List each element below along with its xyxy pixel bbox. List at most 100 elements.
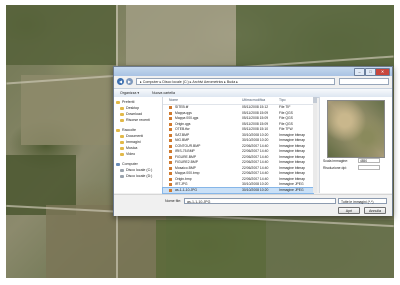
file-icon	[169, 183, 172, 186]
open-file-dialog: – □ ✕ ◀ ▶ ▸ Computer ▸ Disco locale (C:)…	[113, 66, 393, 216]
town-area	[126, 5, 236, 65]
file-row[interactable]: SAT.BMP 30/10/2008 10:20 Immagine bitmap	[163, 133, 313, 138]
file-type: Immagine bitmap	[279, 154, 306, 159]
file-type: Immagine bitmap	[279, 176, 306, 181]
file-type: Immagine JPEG	[279, 187, 304, 192]
file-icon	[169, 172, 172, 175]
file-type: File TIF	[279, 105, 291, 109]
cancel-button[interactable]: Annulla	[364, 207, 386, 214]
address-path[interactable]: ▸ Computer ▸ Disco locale (C:) ▸ Archivi…	[136, 78, 335, 85]
file-date: 30/10/2008 10:20	[242, 182, 269, 186]
drive-icon	[120, 174, 124, 178]
folder-icon	[120, 134, 124, 138]
file-name: IRT.JPG	[175, 182, 188, 186]
file-icon	[169, 139, 172, 142]
nav-item[interactable]: Video	[120, 151, 135, 157]
file-name: FIGURE2.BMP	[175, 160, 198, 164]
filename-input[interactable]: as-1-1-10.JPG	[184, 198, 336, 204]
folder-icon	[120, 118, 124, 122]
file-date: 22/06/2007 14:40	[242, 160, 269, 164]
file-row[interactable]: Mappa 000.qgs 05/11/2008 15:09 File QGS	[163, 116, 313, 121]
dialog-footer: Nome file: as-1-1-10.JPG Tutte le immagi…	[114, 194, 392, 216]
file-type: Immagine bitmap	[279, 149, 306, 153]
file-icon	[169, 150, 172, 153]
close-button[interactable]: ✕	[375, 68, 390, 76]
file-row[interactable]: FIGURE2.BMP 22/06/2007 14:40 Immagine bitm…	[163, 160, 313, 165]
file-icon	[169, 133, 172, 137]
file-icon	[169, 111, 172, 115]
filetype-select[interactable]: Tutte le immagini (*.*)	[338, 198, 387, 204]
organize-menu[interactable]: Organizza ▾	[120, 89, 139, 97]
file-row[interactable]: Origin.qgs 05/11/2008 15:09 File QGS	[163, 122, 313, 127]
file-row[interactable]: CONTOUR.BMP 22/06/2007 14:40 Immagine bitm…	[163, 144, 313, 149]
file-date: 05/11/2008 15:10	[242, 127, 269, 131]
folder-icon	[120, 106, 124, 110]
vertical-scrollbar[interactable]	[313, 97, 317, 193]
field-patch	[156, 220, 266, 278]
nav-item-label: Download	[126, 112, 142, 116]
nav-item[interactable]: Disco locale (D:)	[120, 173, 152, 179]
file-row[interactable]: Mappa.qgs 05/11/2008 15:09 File QGS	[163, 111, 313, 116]
file-list-header: Nome Ultima modifica Tipo	[163, 97, 313, 105]
file-name: Mosaico.BMP	[175, 165, 196, 170]
folder-icon	[120, 112, 124, 116]
nav-item-label: Documenti	[126, 134, 144, 138]
file-icon	[169, 188, 172, 192]
file-type: Immagine JPEG	[279, 182, 304, 186]
field-patch	[266, 220, 394, 278]
field-patch	[21, 75, 111, 145]
file-list: Nome Ultima modifica Tipo SITEB.tif 05/11…	[162, 97, 314, 194]
open-button[interactable]: Apri	[338, 207, 360, 214]
scrollbar-thumb[interactable]	[313, 97, 317, 103]
file-row[interactable]: FIGURE.BMP 22/06/2007 14:40 Immagine bitma…	[163, 155, 313, 160]
back-arrow-icon[interactable]: ◀	[117, 78, 124, 85]
file-row[interactable]: NIG.BMP 30/10/2008 10:20 Immagine bitmap	[163, 138, 313, 143]
file-row[interactable]: SITEB.tif 05/11/2008 15:12 File TIF	[163, 105, 313, 110]
dialog-titlebar: – □ ✕	[114, 67, 392, 76]
file-row[interactable]: Mosaico.BMP 22/06/2007 14:40 Immagine bitm…	[163, 166, 313, 171]
minimize-button[interactable]: –	[354, 68, 365, 76]
file-type: Immagine bitmap	[279, 132, 306, 137]
file-name: CONTOUR.BMP	[175, 143, 201, 148]
file-type: File TFW	[279, 127, 293, 131]
file-type: Immagine bitmap	[279, 160, 306, 164]
forward-arrow-icon[interactable]: ▶	[126, 78, 133, 85]
nav-item-label: Disco locale (D:)	[126, 174, 153, 178]
file-type: File QGS	[279, 116, 293, 120]
nav-item-label: Preferiti	[122, 100, 135, 104]
file-date: 22/06/2007 14:40	[242, 143, 269, 148]
column-header-type[interactable]: Tipo	[279, 98, 285, 102]
file-type: Immagine bitmap	[279, 171, 306, 175]
field-patch	[6, 5, 116, 65]
file-date: 05/11/2008 15:09	[242, 121, 269, 126]
file-row[interactable]: Mappa 000.bmp 22/06/2007 14:40 Immagine bi…	[163, 171, 313, 176]
resolution-label: Risoluzione dpi:	[323, 166, 347, 170]
file-icon	[169, 166, 172, 170]
file-icon	[169, 144, 172, 148]
column-header-name[interactable]: Nome	[169, 98, 178, 102]
file-row[interactable]: IRT.JPG 30/10/2008 10:20 Immagine JPEG	[163, 182, 313, 187]
file-type: Immagine bitmap	[279, 138, 306, 142]
scale-field[interactable]: 4850	[358, 158, 380, 163]
file-row[interactable]: as-1-1-10.JPG 30/10/2008 10:20 Immagine JP…	[162, 186, 314, 194]
preview-pane: Scala immagine: 4850 Risoluzione dpi:	[319, 97, 392, 193]
file-row[interactable]: OTEB.tfw 05/11/2008 15:10 File TFW	[163, 127, 313, 132]
file-name: IRIS-75.BMP	[175, 149, 195, 153]
file-date: 22/06/2007 14:40	[242, 149, 269, 153]
file-date: 05/11/2008 15:09	[242, 110, 269, 115]
file-name: NIG.BMP	[175, 138, 190, 142]
file-date: 22/06/2007 14:40	[242, 176, 269, 181]
filename-label: Nome file:	[165, 199, 182, 203]
file-name: SITEB.tif	[175, 105, 189, 109]
file-name: FIGURE.BMP	[175, 154, 197, 159]
file-row[interactable]: Origin.bmp 22/06/2007 14:40 Immagine bitma…	[163, 177, 313, 182]
file-name: Origin.bmp	[175, 176, 192, 181]
resolution-field[interactable]	[358, 165, 380, 170]
nav-item[interactable]: Risorse recenti	[120, 117, 150, 123]
file-date: 05/11/2008 15:09	[242, 116, 269, 120]
star-icon	[116, 100, 120, 104]
file-row[interactable]: IRIS-75.BMP 22/06/2007 14:40 Immagine bitm…	[163, 149, 313, 154]
search-input[interactable]	[339, 78, 389, 85]
new-folder-button[interactable]: Nuova cartella	[152, 89, 175, 97]
column-header-date[interactable]: Ultima modifica	[242, 98, 265, 102]
